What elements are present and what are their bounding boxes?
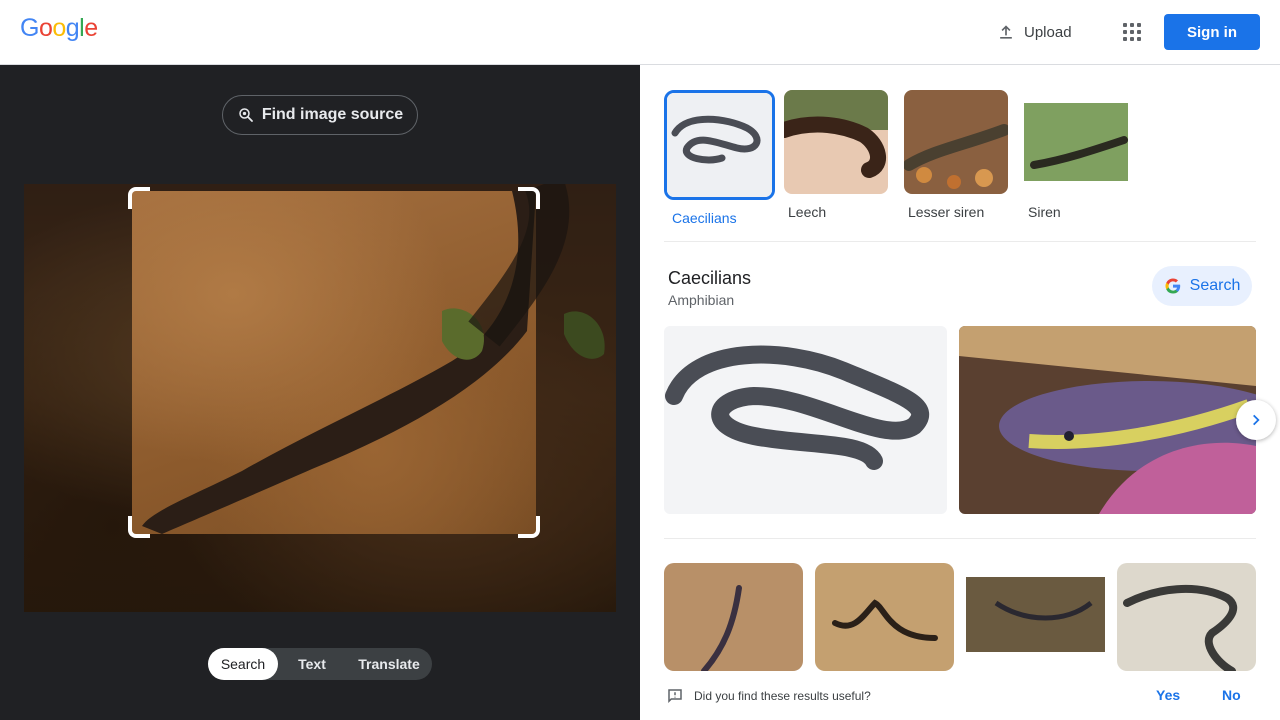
crop-handle-top-left[interactable] (128, 187, 150, 209)
upload-label: Upload (1024, 23, 1072, 41)
entity-chip-siren[interactable]: Siren (1024, 90, 1132, 226)
result-image[interactable] (815, 563, 954, 671)
results-pane: Caecilians Leech Lesser siren Siren Caec… (640, 65, 1280, 720)
tab-text[interactable]: Text (278, 648, 346, 680)
chip-label: Lesser siren (908, 204, 985, 220)
entity-search-button[interactable]: Search (1152, 266, 1252, 306)
entity-chip-caecilians[interactable]: Caecilians (664, 90, 775, 226)
crop-handle-bottom-left[interactable] (128, 516, 150, 538)
sign-in-button[interactable]: Sign in (1164, 14, 1260, 50)
result-image[interactable] (1117, 563, 1256, 671)
upload-button[interactable]: Upload (986, 15, 1082, 49)
divider (664, 538, 1256, 539)
entity-image[interactable] (664, 326, 947, 514)
entity-title: Caecilians (668, 268, 752, 288)
chip-label: Siren (1028, 204, 1061, 220)
crop-handle-bottom-right[interactable] (518, 516, 540, 538)
entity-search-label: Search (1189, 277, 1241, 294)
tab-translate[interactable]: Translate (346, 648, 432, 680)
google-g-icon (1165, 278, 1180, 294)
image-preview-pane: Find image source Search Text Translate (0, 65, 640, 720)
lens-mode-tabs: Search Text Translate (208, 648, 432, 680)
google-apps-icon[interactable] (1116, 16, 1148, 48)
uploaded-image (24, 184, 616, 612)
feedback-icon (668, 689, 682, 704)
feedback-bar: Did you find these results useful? Yes N… (640, 671, 1280, 720)
logo-letter: G (20, 14, 39, 42)
feedback-no-button[interactable]: No (1222, 687, 1241, 703)
tab-search[interactable]: Search (208, 648, 278, 680)
upload-icon (1000, 25, 1012, 39)
chip-label: Caecilians (672, 210, 737, 226)
entity-subtitle: Amphibian (668, 292, 735, 308)
caecilian-thumbnail (664, 90, 775, 200)
related-entities: Caecilians Leech Lesser siren Siren (664, 90, 1132, 226)
header-bar: Google Upload Sign in (0, 0, 1280, 65)
next-image-button[interactable] (1236, 400, 1276, 440)
feedback-question: Did you find these results useful? (694, 689, 871, 703)
divider (664, 241, 1256, 242)
logo-letter: o (38, 14, 53, 42)
lesser-siren-thumbnail (904, 90, 1008, 194)
entity-chip-leech[interactable]: Leech (784, 90, 892, 226)
leech-thumbnail (784, 90, 888, 194)
chevron-right-icon (1253, 414, 1260, 426)
result-image[interactable] (966, 563, 1105, 671)
entity-chip-lesser-siren[interactable]: Lesser siren (904, 90, 1012, 226)
logo-letter: e (84, 14, 98, 42)
google-logo[interactable]: Google (20, 14, 98, 43)
feedback-yes-button[interactable]: Yes (1156, 687, 1180, 703)
result-image[interactable] (664, 563, 803, 671)
crop-handle-top-right[interactable] (518, 187, 540, 209)
image-search-icon (239, 108, 253, 122)
entity-image[interactable] (959, 326, 1256, 514)
logo-letter: g (65, 14, 80, 42)
chip-label: Leech (788, 204, 827, 220)
find-image-source-label: Find image source (261, 106, 404, 123)
siren-thumbnail (1024, 90, 1128, 194)
find-image-source-button[interactable]: Find image source (222, 95, 418, 135)
logo-letter: o (52, 14, 66, 42)
